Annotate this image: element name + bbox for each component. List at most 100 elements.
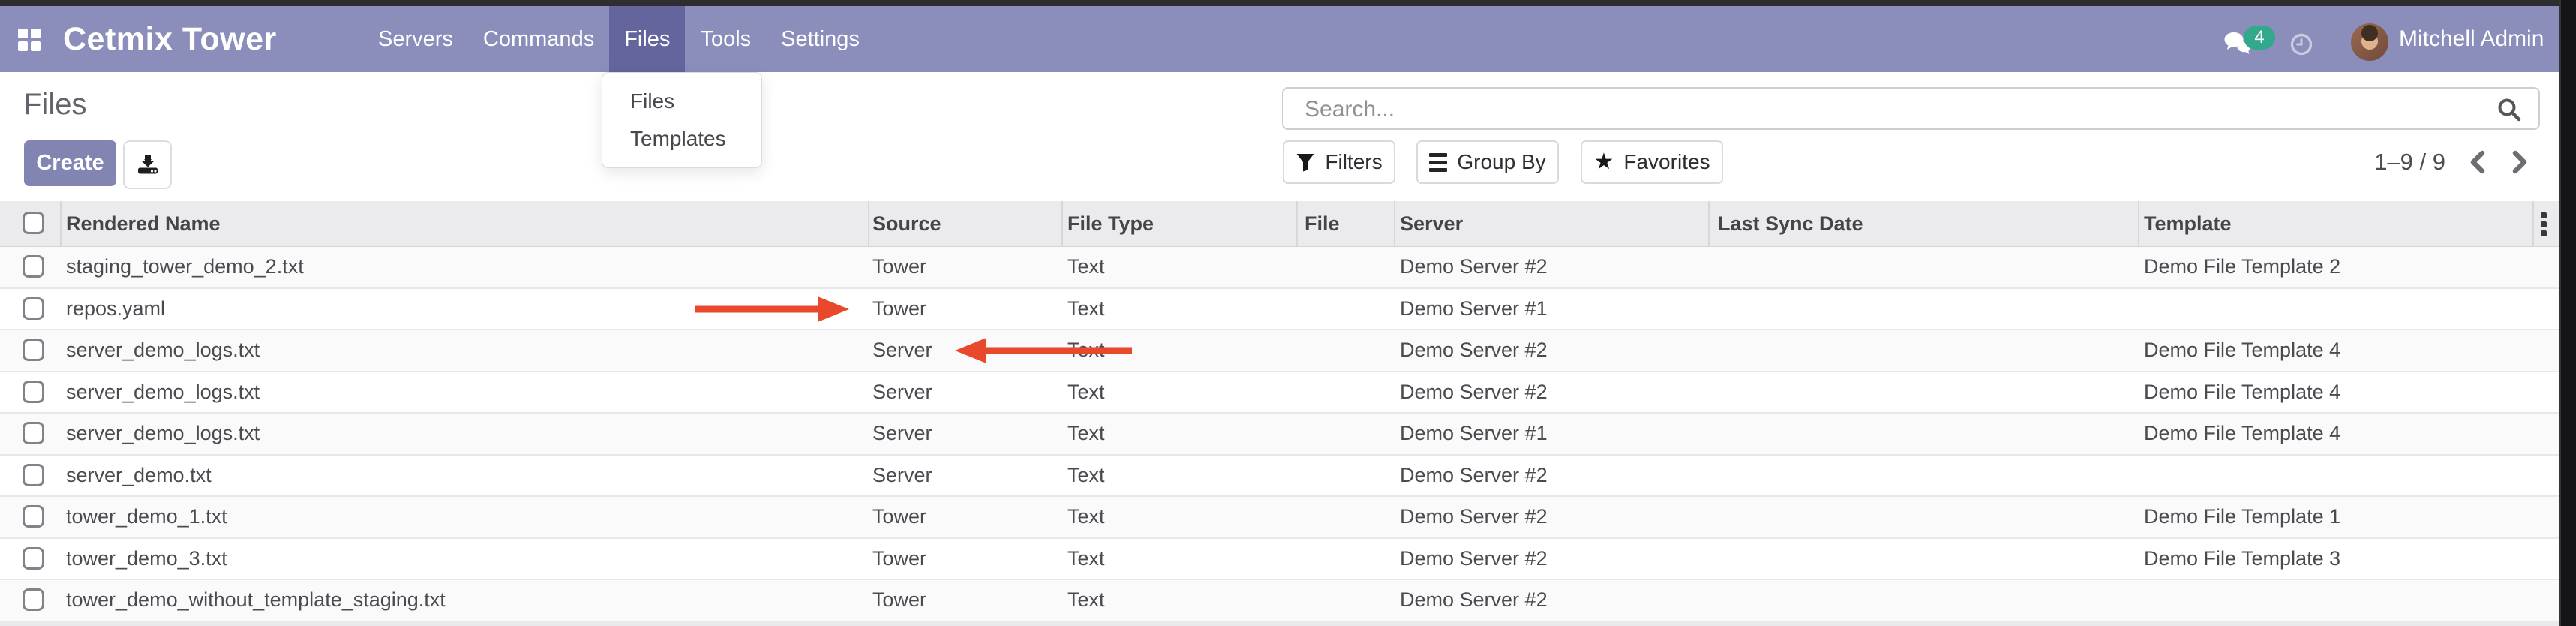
row-checkbox[interactable] [23, 588, 44, 611]
table-row[interactable]: repos.yamlTowerTextDemo Server #1 [0, 289, 2559, 331]
column-header-rendered_name[interactable]: Rendered Name [66, 201, 221, 246]
activities-clock-icon[interactable] [2290, 33, 2313, 56]
window-right-edge [2559, 0, 2576, 626]
cell-rendered_name: tower_demo_3.txt [66, 539, 227, 579]
table-row[interactable]: staging_tower_demo_2.txtTowerTextDemo Se… [0, 247, 2559, 289]
cell-file_type: Text [1067, 414, 1105, 454]
apps-grid-icon[interactable] [18, 29, 41, 51]
cell-file_type: Text [1067, 456, 1105, 496]
search-bar [1282, 87, 2540, 130]
row-checkbox[interactable] [23, 505, 44, 528]
row-checkbox[interactable] [23, 339, 44, 361]
column-separator [60, 201, 62, 246]
row-checkbox[interactable] [23, 422, 44, 444]
apps-grid-square [18, 29, 28, 38]
select-all-checkbox[interactable] [23, 212, 44, 234]
files-dropdown-item-templates[interactable]: Templates [602, 120, 761, 158]
top-navbar: Cetmix Tower ServersCommandsFilesToolsSe… [0, 6, 2559, 72]
main-menu: ServersCommandsFilesToolsSettings [363, 6, 875, 72]
cell-rendered_name: server_demo_logs.txt [66, 330, 260, 371]
funnel-icon [1296, 152, 1315, 172]
vertical-dots-icon[interactable] [2541, 212, 2547, 236]
row-checkbox[interactable] [23, 547, 44, 570]
table-body: staging_tower_demo_2.txt Tower Text Demo Se… [0, 247, 2559, 622]
column-header-template[interactable]: Template [2144, 201, 2232, 246]
files-menu-dropdown: FilesTemplates [602, 72, 762, 168]
chevron-left-icon[interactable] [2466, 150, 2489, 174]
nav-item-settings[interactable]: Settings [766, 6, 875, 72]
table-row[interactable]: tower_demo_1.txt Tower Text Demo Server #2 D… [0, 497, 2559, 539]
nav-item-commands[interactable]: Commands [468, 6, 609, 72]
column-separator [1061, 201, 1063, 246]
files-dropdown-item-files[interactable]: Files [602, 83, 761, 120]
column-header-file_type[interactable]: File Type [1067, 201, 1154, 246]
row-checkbox[interactable] [23, 297, 44, 320]
nav-item-files[interactable]: Files [609, 6, 685, 72]
magnifier-icon[interactable] [2496, 97, 2522, 122]
favorites-button[interactable]: ★ Favorites [1581, 140, 1723, 184]
cell-source: Tower [872, 247, 926, 287]
cell-source: Tower [872, 289, 926, 330]
cell-server: Demo Server #2 [1400, 456, 1548, 496]
cell-template: Demo File Template 1 [2144, 497, 2340, 537]
cell-server: Demo Server #1 [1400, 414, 1548, 454]
group-by-label: Group By [1457, 150, 1545, 174]
table-row[interactable]: server_demo_logs.txtServerTextDemo Serve… [0, 372, 2559, 414]
cell-source: Tower [872, 580, 926, 621]
apps-grid-square [31, 41, 41, 51]
cell-rendered_name: tower_demo_1.txt [66, 497, 227, 537]
table-row[interactable]: server_demo_logs.txtServerTextDemo Serve… [0, 330, 2559, 372]
create-button[interactable]: Create [24, 140, 116, 186]
cell-server: Demo Server #2 [1400, 372, 1548, 413]
table-row[interactable]: server_demo.txtServerTextDemo Server #2 [0, 456, 2559, 498]
cell-file_type: Text [1067, 330, 1105, 371]
cell-template: Demo File Template 3 [2144, 539, 2340, 579]
bars-icon [1429, 153, 1447, 172]
cell-rendered_name: staging_tower_demo_2.txt [66, 247, 304, 287]
pager-range: 1–9 / 9 [2340, 142, 2445, 182]
row-checkbox[interactable] [23, 381, 44, 403]
column-header-file[interactable]: File [1305, 201, 1340, 246]
column-separator [1296, 201, 1298, 246]
export-button[interactable] [123, 140, 172, 189]
table-row[interactable]: tower_demo_without_template_staging.txtT… [0, 580, 2559, 622]
row-checkbox[interactable] [23, 464, 44, 486]
column-header-server[interactable]: Server [1400, 201, 1463, 246]
breadcrumb-page-title: Files [23, 88, 86, 122]
cell-template: Demo File Template 2 [2144, 247, 2340, 287]
cell-template: Demo File Template 4 [2144, 414, 2340, 454]
filters-button[interactable]: Filters [1283, 140, 1395, 184]
window-top-edge [0, 0, 2576, 6]
cell-rendered_name: repos.yaml [66, 289, 165, 330]
search-input[interactable] [1303, 89, 2491, 130]
chevron-right-icon[interactable] [2508, 150, 2531, 174]
cell-file_type: Text [1067, 247, 1105, 287]
column-separator [2138, 201, 2139, 246]
row-checkbox[interactable] [23, 255, 44, 278]
cell-rendered_name: server_demo_logs.txt [66, 372, 260, 413]
cell-server: Demo Server #2 [1400, 497, 1548, 537]
column-separator [1394, 201, 1395, 246]
brand-title[interactable]: Cetmix Tower [63, 6, 277, 72]
nav-item-servers[interactable]: Servers [363, 6, 468, 72]
column-header-last_sync_date[interactable]: Last Sync Date [1718, 201, 1863, 246]
cell-file_type: Text [1067, 497, 1105, 537]
user-avatar[interactable] [2351, 23, 2388, 61]
apps-grid-square [18, 41, 28, 51]
cell-template: Demo File Template 4 [2144, 372, 2340, 413]
app-window: Cetmix Tower ServersCommandsFilesToolsSe… [0, 0, 2576, 626]
nav-item-tools[interactable]: Tools [685, 6, 766, 72]
cell-server: Demo Server #2 [1400, 580, 1548, 621]
group-by-button[interactable]: Group By [1416, 140, 1559, 184]
messages-badge[interactable]: 4 [2244, 26, 2275, 50]
cell-template: Demo File Template 4 [2144, 330, 2340, 371]
table-row[interactable]: tower_demo_3.txtTowerTextDemo Server #2D… [0, 539, 2559, 581]
cell-rendered_name: server_demo.txt [66, 456, 212, 496]
cell-source: Tower [872, 497, 926, 537]
table-row[interactable]: server_demo_logs.txtServerTextDemo Serve… [0, 414, 2559, 456]
column-header-source[interactable]: Source [872, 201, 941, 246]
user-menu[interactable]: Mitchell Admin [2399, 6, 2544, 72]
cell-file_type: Text [1067, 580, 1105, 621]
cell-source: Server [872, 330, 932, 371]
column-separator [2532, 201, 2534, 246]
